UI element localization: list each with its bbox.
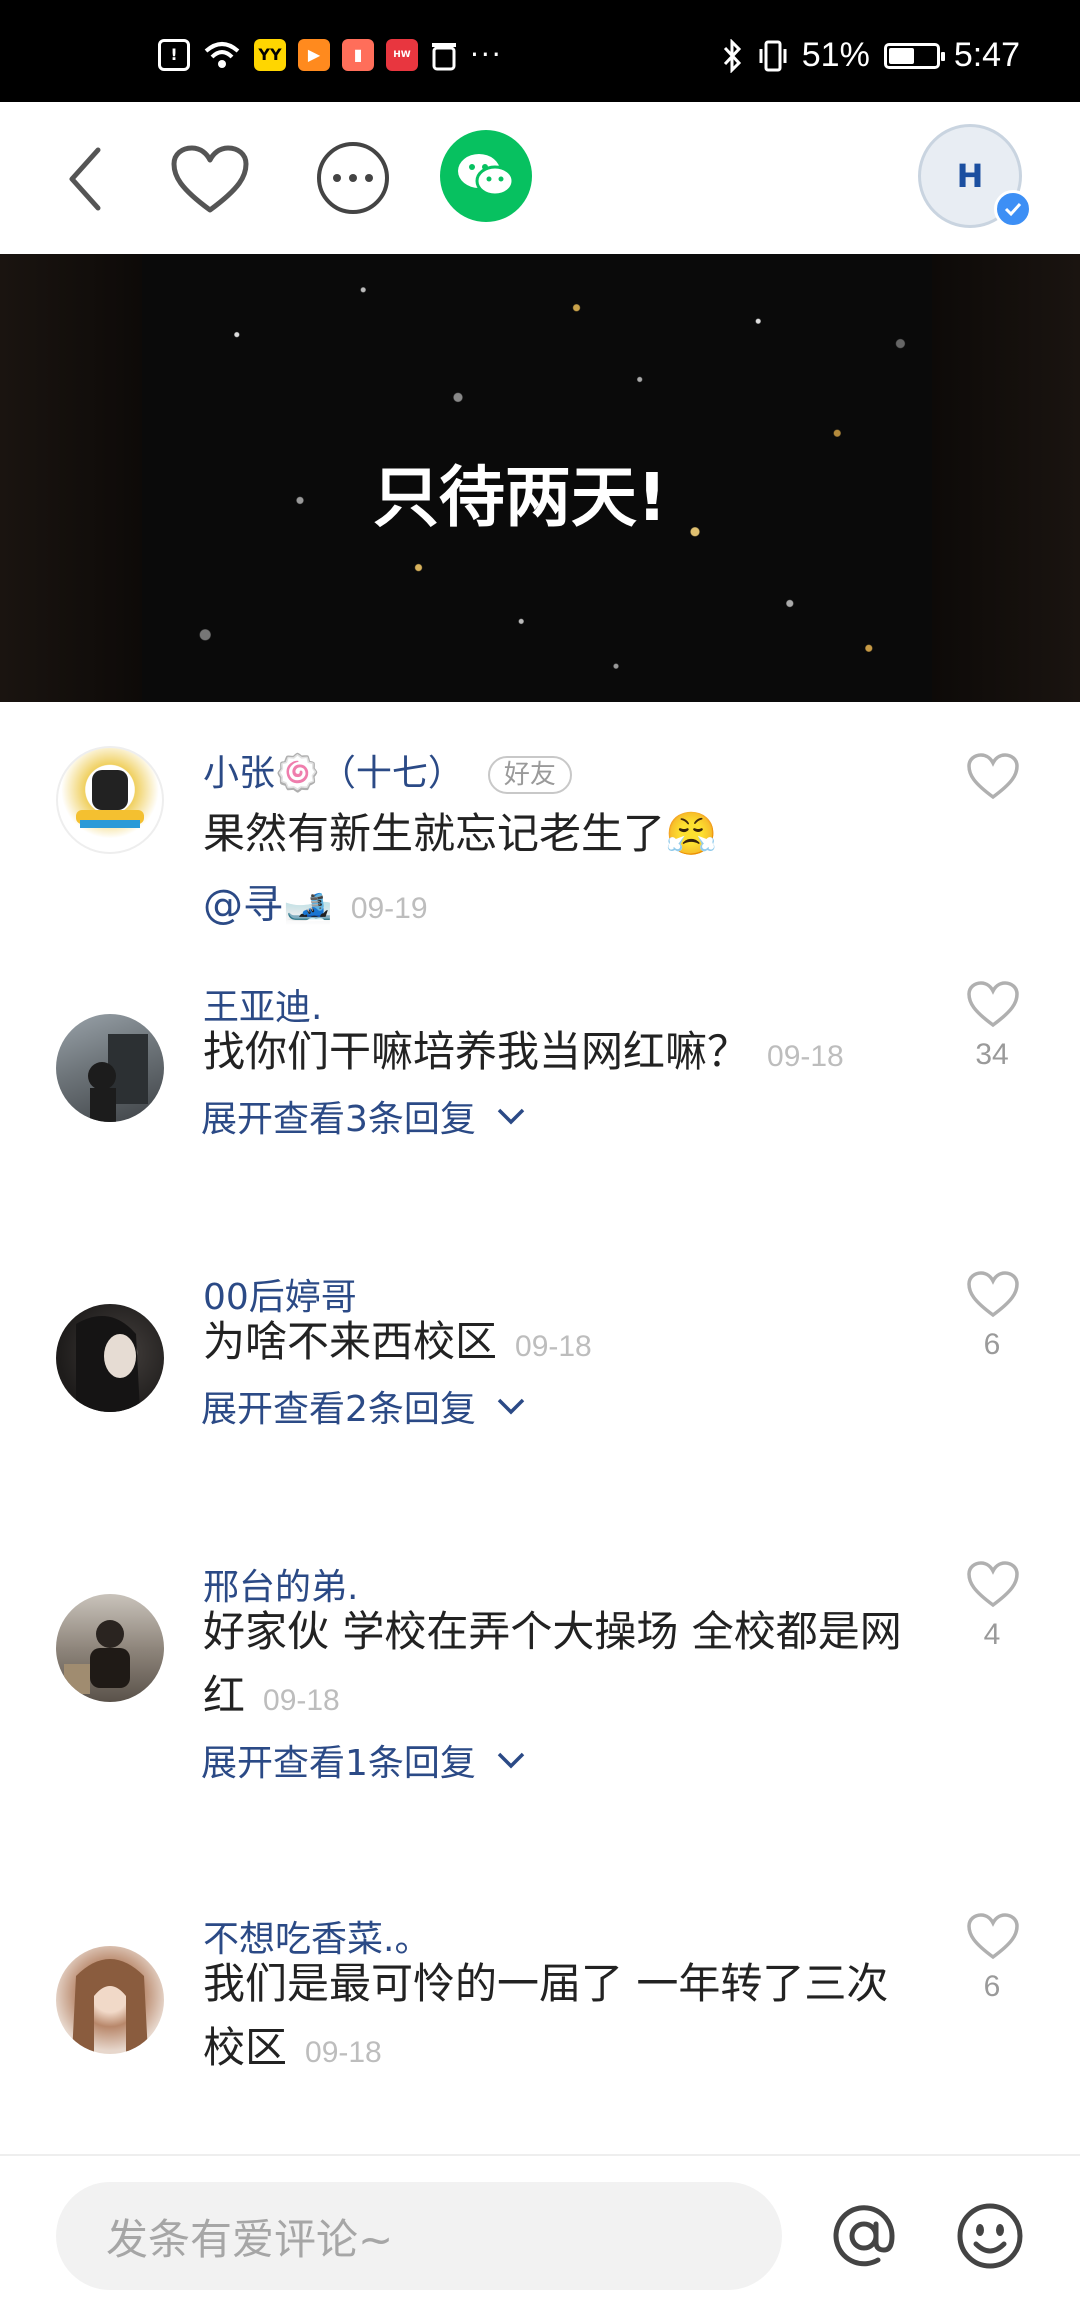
avatar[interactable] [56,1946,164,2054]
like-count: 6 [983,1970,1001,2003]
heart-icon[interactable] [170,144,250,216]
comment-text: 好家伙 学校在弄个大操场 全校都是网红 09-18 [203,1600,903,1733]
vibrate-icon [759,40,787,71]
trash-icon [432,42,456,70]
comment-date: 09-19 [350,892,428,925]
video-app-icon: ▶ [298,38,330,71]
bluetooth-icon [723,38,741,73]
like-heart-icon[interactable] [966,1270,1020,1320]
like-count: 4 [983,1618,1001,1651]
battery-fill [888,47,915,64]
comment-body: 为啥不来西校区 [203,1317,498,1366]
comment-username[interactable]: 小张🍥（十七） 好友 [203,744,572,796]
battery-icon [883,42,945,69]
expand-replies-button[interactable]: 展开查看3条回复 [201,1090,526,1142]
like-heart-icon[interactable] [966,752,1020,802]
account-avatar-text: H [956,157,984,195]
back-icon[interactable] [62,144,110,214]
avatar[interactable] [56,746,164,854]
comment-input[interactable]: 发条有爱评论~ [56,2182,782,2290]
verified-badge-icon [994,190,1032,228]
comment-date: 09-18 [263,1684,340,1717]
book-app-icon: ▮ [342,38,374,71]
comment-date: 09-18 [305,2036,382,2069]
more-notifications: ··· [470,38,503,71]
like-count: 6 [983,1328,1001,1361]
clock: 5:47 [953,36,1020,74]
more-icon[interactable] [317,142,389,214]
username-text: 小张🍥（十七） [203,753,464,794]
comment-text: 找你们干嘛培养我当网红嘛？ 09-18 [203,1020,903,1089]
avatar[interactable] [56,1304,164,1412]
expand-replies-button[interactable]: 展开查看2条回复 [201,1380,526,1432]
like-count: 34 [975,1038,1009,1071]
comment-text: 我们是最可怜的一届了 一年转了三次校区 09-18 [203,1952,903,2085]
status-bar: ! YY ▶ ▮ HW ··· 51% 5:47 [0,0,1080,102]
comment-input-bar: 发条有爱评论~ [0,2154,1080,2312]
huawei-app-icon: HW [386,38,418,71]
video-caption: 只待两天! [372,459,668,536]
comment-input-placeholder: 发条有爱评论~ [106,2214,394,2264]
friend-badge: 好友 [487,756,572,794]
avatar[interactable] [56,1594,164,1702]
comment-text: 果然有新生就忘记老生了😤 [203,802,903,866]
comment-text: 为啥不来西校区 09-18 [203,1310,903,1379]
yy-app-icon: YY [254,38,286,71]
comment-body: 找你们干嘛培养我当网红嘛？ [203,1027,750,1076]
comment-date: 09-18 [515,1330,592,1363]
mention-at-icon[interactable] [830,2202,898,2270]
expand-label: 展开查看2条回复 [201,1389,476,1430]
wifi-icon [204,41,240,68]
expand-replies-button[interactable]: 展开查看1条回复 [201,1734,526,1786]
chevron-down-icon [497,1398,525,1415]
mention-link[interactable]: @寻🎿 [203,882,333,928]
expand-label: 展开查看3条回复 [201,1099,476,1140]
expand-label: 展开查看1条回复 [201,1743,476,1784]
top-nav-bar: H [0,102,1080,254]
like-heart-icon[interactable] [966,980,1020,1030]
comment-date: 09-18 [767,1040,844,1073]
chevron-down-icon [497,1752,525,1769]
avatar[interactable] [56,1014,164,1122]
like-heart-icon[interactable] [966,1912,1020,1962]
comment-mention-line: @寻🎿 09-19 [203,872,428,930]
video-player[interactable]: 只待两天! [0,254,1080,702]
wechat-icon[interactable] [440,130,532,222]
emoji-icon[interactable] [956,2202,1024,2270]
comment-body: 果然有新生就忘记老生了😤 [203,809,718,858]
like-heart-icon[interactable] [966,1560,1020,1610]
chevron-down-icon [497,1108,525,1125]
alert-icon: ! [158,38,190,71]
battery-percent: 51% [801,36,870,74]
